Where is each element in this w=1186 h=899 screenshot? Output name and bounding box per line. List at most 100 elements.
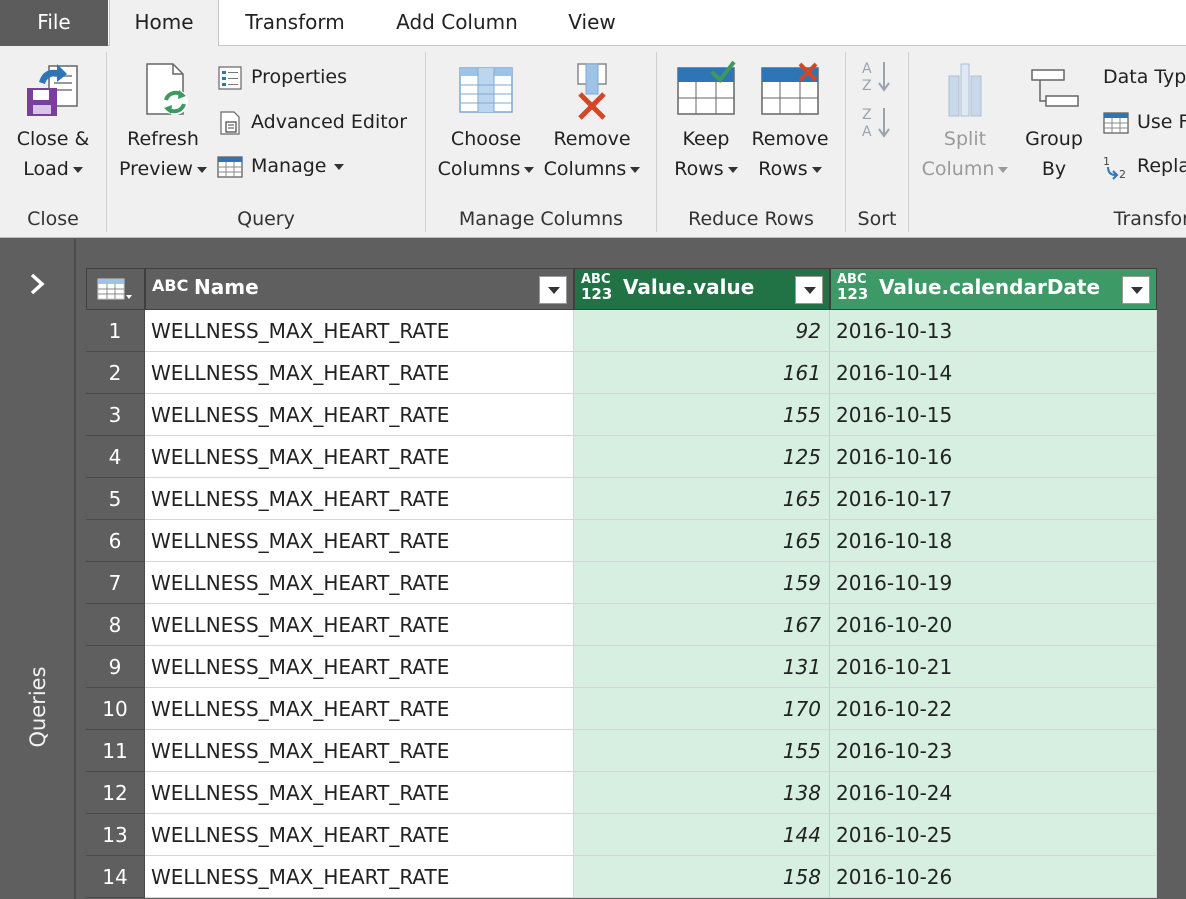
table-row[interactable]: 8 WELLNESS_MAX_HEART_RATE 167 2016-10-20 [86, 604, 1157, 646]
table-row[interactable]: 2 WELLNESS_MAX_HEART_RATE 161 2016-10-14 [86, 352, 1157, 394]
calendar-date-cell[interactable]: 2016-10-17 [830, 478, 1157, 520]
column-header-value[interactable]: ABC 123 Value.value [574, 268, 830, 310]
row-number[interactable]: 7 [86, 562, 145, 604]
value-cell[interactable]: 155 [574, 730, 830, 772]
name-cell[interactable]: WELLNESS_MAX_HEART_RATE [145, 604, 574, 646]
name-cell[interactable]: WELLNESS_MAX_HEART_RATE [145, 688, 574, 730]
calendar-date-cell[interactable]: 2016-10-24 [830, 772, 1157, 814]
table-row[interactable]: 6 WELLNESS_MAX_HEART_RATE 165 2016-10-18 [86, 520, 1157, 562]
name-cell[interactable]: WELLNESS_MAX_HEART_RATE [145, 520, 574, 562]
row-number[interactable]: 3 [86, 394, 145, 436]
name-cell[interactable]: WELLNESS_MAX_HEART_RATE [145, 394, 574, 436]
tab-add-column[interactable]: Add Column [384, 0, 530, 46]
calendar-date-cell[interactable]: 2016-10-14 [830, 352, 1157, 394]
row-number[interactable]: 6 [86, 520, 145, 562]
keep-rows-button[interactable]: Keep Rows [661, 60, 751, 184]
row-number[interactable]: 12 [86, 772, 145, 814]
name-cell[interactable]: WELLNESS_MAX_HEART_RATE [145, 436, 574, 478]
calendar-date-cell[interactable]: 2016-10-18 [830, 520, 1157, 562]
name-cell[interactable]: WELLNESS_MAX_HEART_RATE [145, 856, 574, 898]
name-cell[interactable]: WELLNESS_MAX_HEART_RATE [145, 478, 574, 520]
table-row[interactable]: 9 WELLNESS_MAX_HEART_RATE 131 2016-10-21 [86, 646, 1157, 688]
table-row[interactable]: 1 WELLNESS_MAX_HEART_RATE 92 2016-10-13 [86, 310, 1157, 352]
choose-columns-button[interactable]: Choose Columns [430, 60, 542, 184]
row-number[interactable]: 1 [86, 310, 145, 352]
name-cell[interactable]: WELLNESS_MAX_HEART_RATE [145, 352, 574, 394]
calendar-date-cell[interactable]: 2016-10-22 [830, 688, 1157, 730]
value-cell[interactable]: 165 [574, 478, 830, 520]
tab-file[interactable]: File [0, 0, 108, 46]
queries-pane-label[interactable]: Queries [26, 666, 50, 747]
calendar-date-cell[interactable]: 2016-10-23 [830, 730, 1157, 772]
manage-button[interactable]: Manage [217, 151, 345, 181]
name-cell[interactable]: WELLNESS_MAX_HEART_RATE [145, 814, 574, 856]
calendar-date-cell[interactable]: 2016-10-15 [830, 394, 1157, 436]
value-cell[interactable]: 138 [574, 772, 830, 814]
close-and-load-button[interactable]: Close & Load [6, 60, 100, 184]
calendar-date-cell[interactable]: 2016-10-19 [830, 562, 1157, 604]
remove-columns-button[interactable]: Remove Columns [540, 60, 644, 184]
table-row[interactable]: 13 WELLNESS_MAX_HEART_RATE 144 2016-10-25 [86, 814, 1157, 856]
name-cell[interactable]: WELLNESS_MAX_HEART_RATE [145, 730, 574, 772]
row-number[interactable]: 9 [86, 646, 145, 688]
value-cell[interactable]: 125 [574, 436, 830, 478]
value-cell[interactable]: 170 [574, 688, 830, 730]
refresh-preview-button[interactable]: Refresh Preview [113, 60, 213, 184]
replace-values-button[interactable]: 1 2 Repla [1103, 151, 1186, 181]
row-number[interactable]: 5 [86, 478, 145, 520]
row-number[interactable]: 8 [86, 604, 145, 646]
advanced-editor-button[interactable]: Advanced Editor [217, 107, 407, 137]
row-number[interactable]: 13 [86, 814, 145, 856]
split-column-button[interactable]: Split Column [913, 60, 1017, 184]
calendar-date-cell[interactable]: 2016-10-20 [830, 604, 1157, 646]
calendar-date-cell[interactable]: 2016-10-21 [830, 646, 1157, 688]
sort-descending-button[interactable]: Z A [860, 104, 900, 140]
column-filter-dropdown[interactable] [539, 276, 567, 304]
use-first-row-button[interactable]: Use F [1103, 107, 1186, 137]
table-row[interactable]: 12 WELLNESS_MAX_HEART_RATE 138 2016-10-24 [86, 772, 1157, 814]
value-cell[interactable]: 161 [574, 352, 830, 394]
name-cell[interactable]: WELLNESS_MAX_HEART_RATE [145, 562, 574, 604]
row-number[interactable]: 11 [86, 730, 145, 772]
tab-view[interactable]: View [554, 0, 630, 46]
value-cell[interactable]: 92 [574, 310, 830, 352]
calendar-date-cell[interactable]: 2016-10-25 [830, 814, 1157, 856]
table-row[interactable]: 14 WELLNESS_MAX_HEART_RATE 158 2016-10-26 [86, 856, 1157, 898]
group-by-button[interactable]: Group By [1013, 60, 1095, 184]
table-row[interactable]: 3 WELLNESS_MAX_HEART_RATE 155 2016-10-15 [86, 394, 1157, 436]
row-number[interactable]: 4 [86, 436, 145, 478]
value-cell[interactable]: 131 [574, 646, 830, 688]
table-row[interactable]: 7 WELLNESS_MAX_HEART_RATE 159 2016-10-19 [86, 562, 1157, 604]
sort-ascending-button[interactable]: A Z [860, 58, 900, 94]
remove-rows-button[interactable]: Remove Rows [745, 60, 835, 184]
table-row[interactable]: 5 WELLNESS_MAX_HEART_RATE 165 2016-10-17 [86, 478, 1157, 520]
name-cell[interactable]: WELLNESS_MAX_HEART_RATE [145, 646, 574, 688]
value-cell[interactable]: 159 [574, 562, 830, 604]
column-header-name[interactable]: ABC Name [145, 268, 574, 310]
value-cell[interactable]: 165 [574, 520, 830, 562]
properties-button[interactable]: Properties [217, 62, 347, 92]
row-number[interactable]: 10 [86, 688, 145, 730]
value-cell[interactable]: 167 [574, 604, 830, 646]
row-number[interactable]: 2 [86, 352, 145, 394]
table-row[interactable]: 4 WELLNESS_MAX_HEART_RATE 125 2016-10-16 [86, 436, 1157, 478]
calendar-date-cell[interactable]: 2016-10-16 [830, 436, 1157, 478]
table-corner-menu[interactable] [86, 268, 145, 310]
value-cell[interactable]: 155 [574, 394, 830, 436]
tab-home[interactable]: Home [109, 0, 219, 47]
name-cell[interactable]: WELLNESS_MAX_HEART_RATE [145, 310, 574, 352]
value-cell[interactable]: 158 [574, 856, 830, 898]
calendar-date-cell[interactable]: 2016-10-13 [830, 310, 1157, 352]
table-row[interactable]: 11 WELLNESS_MAX_HEART_RATE 155 2016-10-23 [86, 730, 1157, 772]
table-row[interactable]: 10 WELLNESS_MAX_HEART_RATE 170 2016-10-22 [86, 688, 1157, 730]
column-header-calendar-date[interactable]: ABC 123 Value.calendarDate [830, 268, 1157, 310]
value-cell[interactable]: 144 [574, 814, 830, 856]
column-filter-dropdown[interactable] [795, 276, 823, 304]
name-cell[interactable]: WELLNESS_MAX_HEART_RATE [145, 772, 574, 814]
tab-transform[interactable]: Transform [232, 0, 358, 46]
calendar-date-cell[interactable]: 2016-10-26 [830, 856, 1157, 898]
data-type-button[interactable]: Data Typ [1103, 62, 1186, 92]
expand-queries-chevron-icon[interactable] [26, 269, 50, 299]
row-number[interactable]: 14 [86, 856, 145, 898]
column-filter-dropdown[interactable] [1122, 276, 1150, 304]
